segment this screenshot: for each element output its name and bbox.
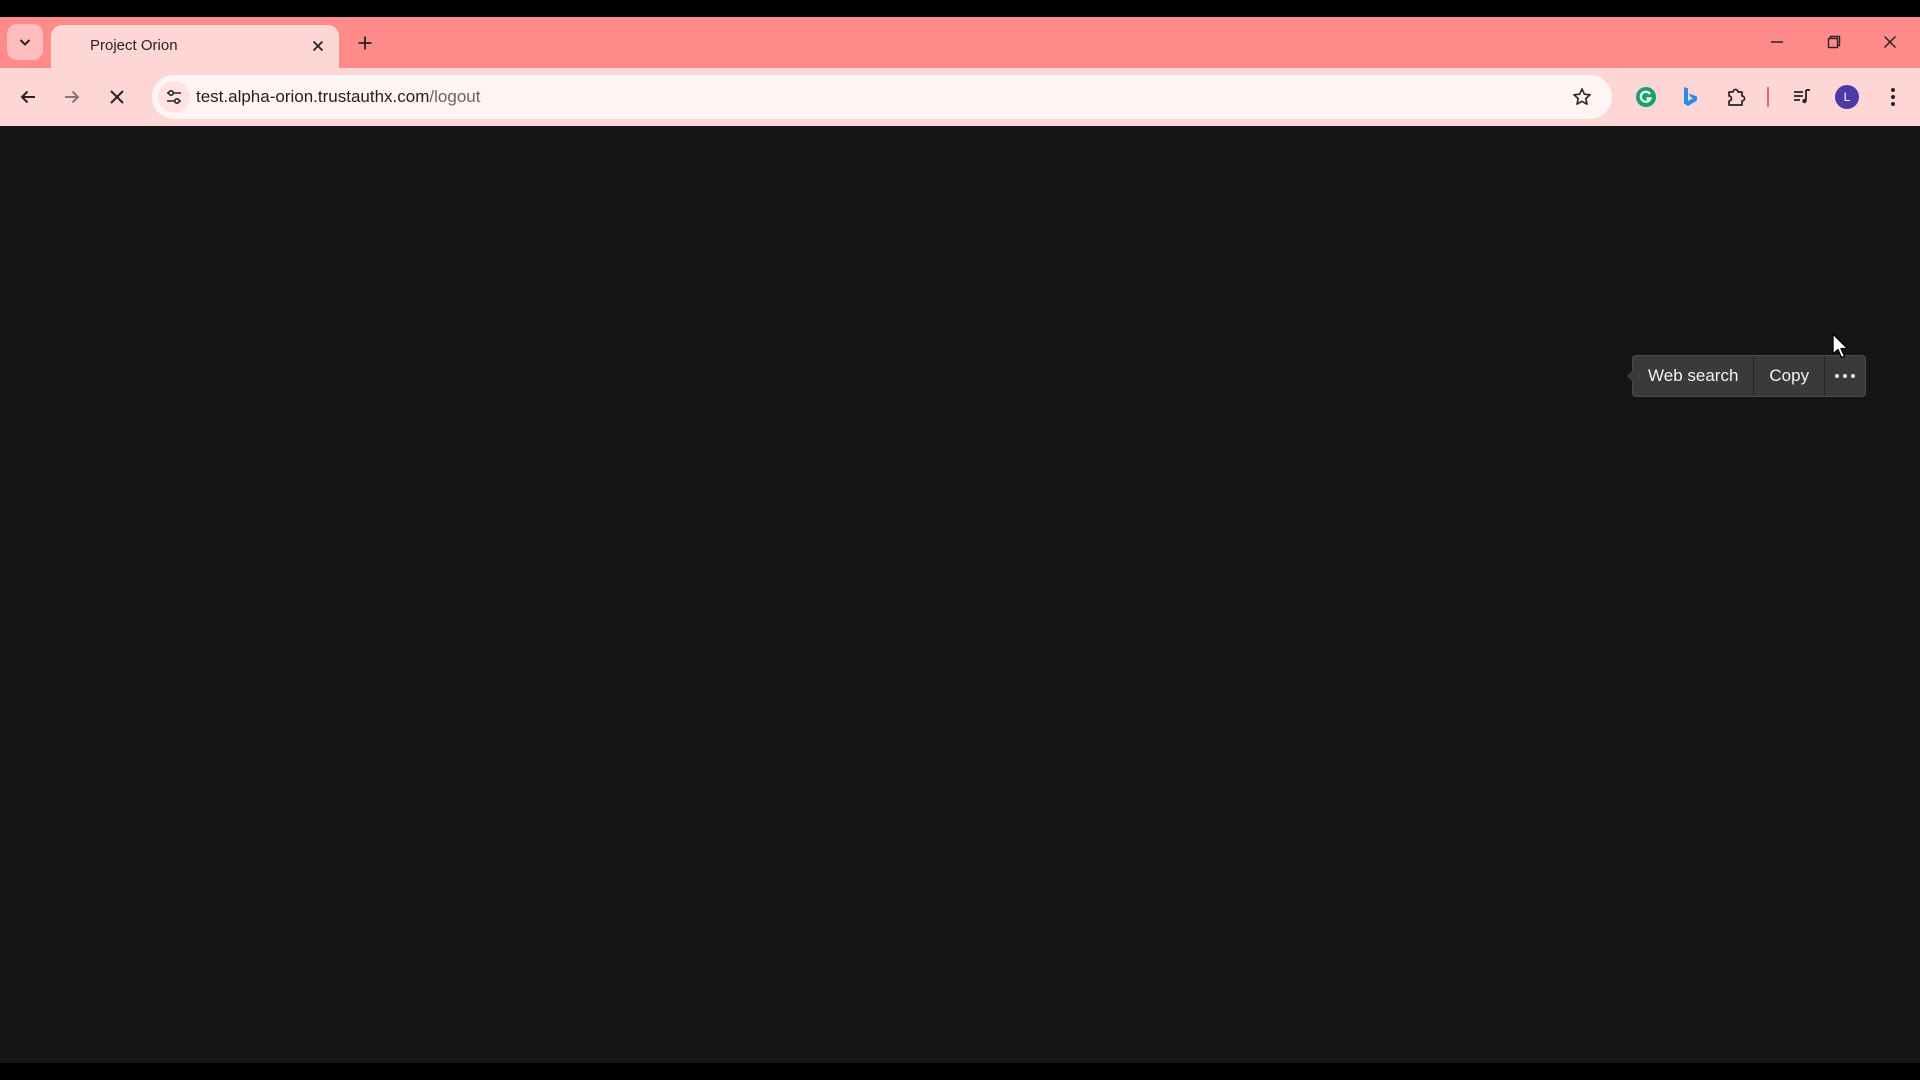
queue-music-icon bbox=[1794, 89, 1810, 104]
close-icon bbox=[110, 90, 124, 104]
bing-icon bbox=[1684, 87, 1697, 106]
address-bar[interactable]: test.alpha-orion.trustauthx.com/logout bbox=[152, 75, 1612, 119]
mouse-cursor-icon bbox=[1832, 333, 1849, 359]
grammarly-icon bbox=[1636, 87, 1656, 107]
extensions-button[interactable] bbox=[1718, 79, 1754, 115]
web-search-button[interactable]: Web search bbox=[1633, 356, 1755, 396]
tab-active[interactable]: Project Orion bbox=[51, 25, 339, 68]
stop-loading-button[interactable] bbox=[99, 79, 135, 115]
arrow-right-icon bbox=[65, 90, 80, 104]
site-info-button[interactable] bbox=[158, 81, 190, 113]
tune-icon bbox=[167, 89, 181, 105]
profile-button[interactable]: L bbox=[1829, 79, 1865, 115]
toolbar: test.alpha-orion.trustauthx.com/logout L bbox=[0, 68, 1920, 126]
puzzle-icon bbox=[1728, 88, 1746, 106]
more-options-button[interactable] bbox=[1825, 356, 1865, 396]
new-tab-button[interactable] bbox=[351, 29, 379, 57]
tab-title: Project Orion bbox=[90, 37, 178, 54]
browser-menu-button[interactable] bbox=[1875, 79, 1911, 115]
back-button[interactable] bbox=[10, 79, 46, 115]
minimize-button[interactable] bbox=[1757, 25, 1797, 59]
more-horizontal-icon bbox=[1835, 374, 1856, 378]
forward-button[interactable] bbox=[54, 79, 90, 115]
close-icon bbox=[1883, 35, 1897, 49]
tab-strip: Project Orion bbox=[0, 17, 1920, 68]
minimize-icon bbox=[1771, 41, 1783, 43]
toolbar-separator bbox=[1767, 87, 1769, 107]
url-text[interactable]: test.alpha-orion.trustauthx.com/logout bbox=[196, 87, 480, 107]
bookmark-button[interactable] bbox=[1565, 80, 1599, 114]
media-controls-button[interactable] bbox=[1784, 79, 1820, 115]
tab-search-button[interactable] bbox=[7, 24, 43, 60]
tab-close-button[interactable] bbox=[307, 35, 329, 57]
arrow-left-icon bbox=[20, 90, 35, 104]
text-selection-menu: Web search Copy bbox=[1626, 355, 1867, 397]
avatar: L bbox=[1835, 85, 1859, 109]
copy-button[interactable]: Copy bbox=[1754, 356, 1826, 396]
restore-button[interactable] bbox=[1814, 25, 1854, 59]
star-icon bbox=[1573, 88, 1591, 105]
screen: Project Orion test.alpha-orion.trustauth… bbox=[0, 0, 1920, 1080]
close-icon bbox=[312, 40, 324, 52]
grammarly-extension-button[interactable] bbox=[1628, 79, 1664, 115]
bing-extension-button[interactable] bbox=[1672, 79, 1708, 115]
url-path: /logout bbox=[429, 87, 481, 106]
close-window-button[interactable] bbox=[1870, 25, 1910, 59]
plus-icon bbox=[358, 36, 372, 50]
more-vertical-icon bbox=[1891, 88, 1895, 106]
browser-window: Project Orion test.alpha-orion.trustauth… bbox=[0, 17, 1920, 1063]
restore-icon bbox=[1827, 35, 1841, 49]
url-host: test.alpha-orion.trustauthx.com bbox=[196, 87, 430, 106]
chevron-down-icon bbox=[19, 39, 31, 46]
page-content: Web search Copy bbox=[0, 126, 1920, 1063]
